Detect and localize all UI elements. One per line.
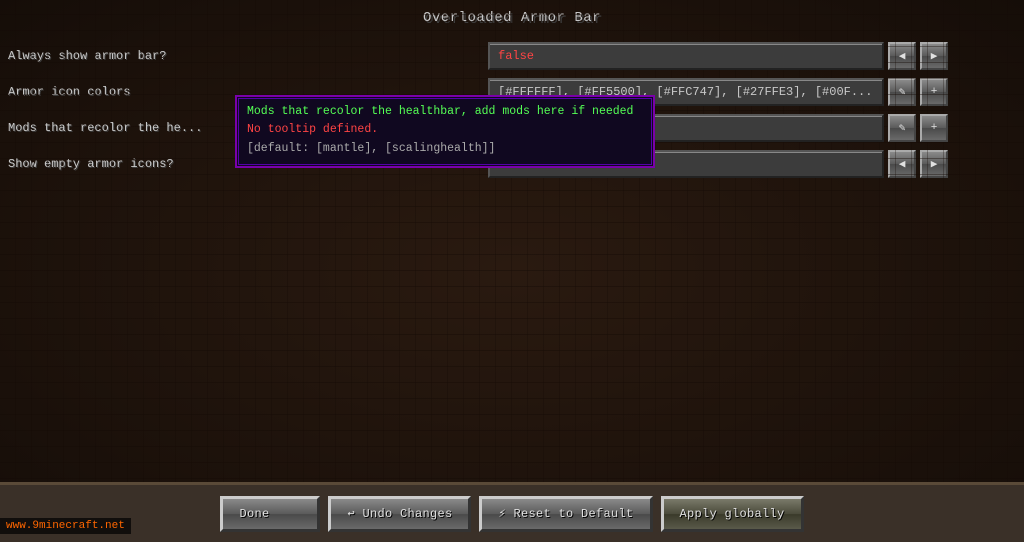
watermark: www.9minecraft.net (0, 518, 131, 534)
tooltip-line2: No tooltip defined. (247, 121, 643, 139)
mods-recolor-edit-btn[interactable]: ✎ (888, 114, 916, 142)
watermark-text: www.9minecraft.net (6, 520, 125, 532)
reset-to-default-button[interactable]: ⚡ Reset to Default (479, 496, 652, 532)
always-show-armor-bar-value: false (498, 49, 534, 63)
mods-recolor-extra-btn[interactable]: + (920, 114, 948, 142)
done-button[interactable]: Done (220, 496, 320, 532)
bottom-toolbar: Done ↩ Undo Changes ⚡ Reset to Default A… (0, 482, 1024, 542)
apply-globally-button[interactable]: Apply globally (661, 496, 804, 532)
always-show-armor-bar-value-box[interactable]: false (488, 42, 884, 70)
tooltip-popup: Mods that recolor the healthbar, add mod… (235, 95, 655, 168)
always-show-armor-bar-value-container: false ◀ ▶ (488, 42, 948, 70)
tooltip-line3: [default: [mantle], [scalinghealth]] (247, 140, 643, 158)
tooltip-line1: Mods that recolor the healthbar, add mod… (247, 103, 643, 121)
main-screen: Overloaded Armor Bar Always show armor b… (0, 0, 1024, 542)
undo-changes-button[interactable]: ↩ Undo Changes (328, 496, 471, 532)
